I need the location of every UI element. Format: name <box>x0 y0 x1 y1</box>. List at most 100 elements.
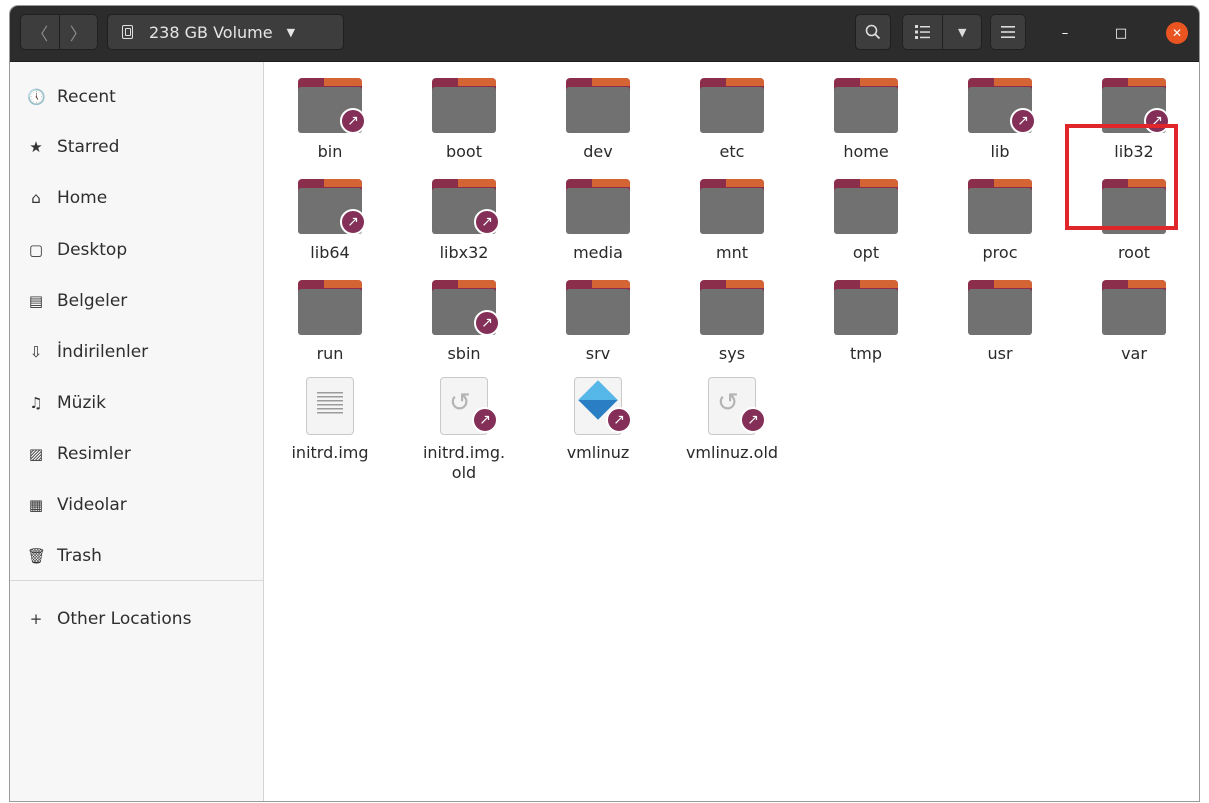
file-item-opt[interactable]: opt <box>811 175 921 275</box>
view-options: ▼ <box>902 14 982 50</box>
file-name-label: lib <box>990 142 1010 161</box>
file-item-proc[interactable]: proc <box>945 175 1055 275</box>
file-item-vmlinuz-old[interactable]: ↺ ↗ vmlinuz.old <box>677 375 787 475</box>
file-name-label: proc <box>982 243 1018 262</box>
file-item-srv[interactable]: srv <box>543 276 653 376</box>
folder-icon <box>566 78 630 133</box>
file-item-sys[interactable]: sys <box>677 276 787 376</box>
file-name-label: sbin <box>447 344 481 363</box>
chevron-down-icon: ▼ <box>286 25 296 39</box>
main-menu-button[interactable] <box>990 14 1026 50</box>
sidebar-item-label: Müzik <box>57 393 106 413</box>
sidebar-item-trash[interactable]: 🗑 Trash <box>10 536 263 576</box>
sidebar-item-i-ndirilenler[interactable]: ⇩ İndirilenler <box>10 332 263 372</box>
file-item-initrd-img-old[interactable]: ↺ ↗ initrd.img. old <box>409 375 519 482</box>
folder-icon <box>432 78 496 133</box>
header-bar: 〈 〉 238 GB Volume ▼ ▼ – □ ✕ <box>10 6 1199 62</box>
file-item-etc[interactable]: etc <box>677 74 787 174</box>
file-item-vmlinuz[interactable]: ↗ vmlinuz <box>543 375 653 475</box>
file-name-label: srv <box>585 344 611 363</box>
folder-icon <box>566 179 630 234</box>
sidebar-item-m-zik[interactable]: ♫ Müzik <box>10 383 263 423</box>
file-name-label: boot <box>445 142 482 161</box>
file-name-label: media <box>573 243 623 262</box>
folder-icon <box>968 280 1032 335</box>
list-view-button[interactable] <box>903 15 942 49</box>
file-item-usr[interactable]: usr <box>945 276 1055 376</box>
home-icon: ⌂ <box>31 189 41 207</box>
file-item-tmp[interactable]: tmp <box>811 276 921 376</box>
folder-icon <box>968 179 1032 234</box>
sidebar-item-starred[interactable]: ★ Starred <box>10 127 263 167</box>
file-item-home[interactable]: home <box>811 74 921 174</box>
desktop-icon: ▢ <box>28 241 44 259</box>
folder-icon <box>700 78 764 133</box>
file-name-label: dev <box>583 142 613 161</box>
sidebar-item-label: Recent <box>57 87 116 107</box>
location-label: 238 GB Volume <box>149 22 273 42</box>
symlink-arrow-icon: ↗ <box>740 407 766 433</box>
file-item-bin[interactable]: ↗ bin <box>275 74 385 174</box>
file-item-mnt[interactable]: mnt <box>677 175 787 275</box>
plus-icon: + <box>29 610 43 628</box>
file-name-label: var <box>1121 344 1147 363</box>
file-name-label: mnt <box>716 243 748 262</box>
symlink-arrow-icon: ↗ <box>472 407 498 433</box>
back-button[interactable]: 〈 <box>21 15 59 49</box>
symlink-arrow-icon: ↗ <box>1010 108 1036 134</box>
file-name-label: lib64 <box>310 243 350 262</box>
file-name-label: usr <box>987 344 1013 363</box>
sidebar-item-label: İndirilenler <box>57 342 149 362</box>
sidebar-item-desktop[interactable]: ▢ Desktop <box>10 230 263 270</box>
file-item-libx32[interactable]: ↗ libx32 <box>409 175 519 275</box>
file-name-label: bin <box>317 142 343 161</box>
sidebar-item-videolar[interactable]: ▦ Videolar <box>10 485 263 525</box>
file-name-label: tmp <box>849 344 882 363</box>
sidebar-item-resimler[interactable]: ▨ Resimler <box>10 434 263 474</box>
trash-icon: 🗑 <box>27 547 47 565</box>
symlink-arrow-icon: ↗ <box>340 108 366 134</box>
sidebar-item-label: Other Locations <box>57 609 192 629</box>
file-item-var[interactable]: var <box>1079 276 1189 376</box>
sidebar-item-label: Home <box>57 188 108 208</box>
text-file-icon <box>306 377 354 435</box>
chevron-down-icon: ▼ <box>958 25 967 39</box>
sidebar-divider <box>10 580 263 581</box>
sidebar-item-belgeler[interactable]: ▤ Belgeler <box>10 281 263 321</box>
close-button[interactable]: ✕ <box>1166 22 1188 44</box>
file-item-initrd-img[interactable]: initrd.img <box>275 375 385 475</box>
sidebar-item-recent[interactable]: 🕔 Recent <box>10 77 263 117</box>
file-name-label: initrd.img <box>291 443 369 462</box>
file-item-run[interactable]: run <box>275 276 385 376</box>
search-button[interactable] <box>855 14 891 50</box>
chevron-left-icon: 〈 <box>31 24 49 45</box>
file-name-label: libx32 <box>439 243 489 262</box>
music-icon: ♫ <box>29 394 43 412</box>
minimize-button[interactable]: – <box>1054 22 1076 44</box>
file-item-media[interactable]: media <box>543 175 653 275</box>
file-name-label: home <box>843 142 889 161</box>
file-item-lib64[interactable]: ↗ lib64 <box>275 175 385 275</box>
file-item-dev[interactable]: dev <box>543 74 653 174</box>
location-path-button[interactable]: 238 GB Volume ▼ <box>107 14 344 50</box>
symlink-arrow-icon: ↗ <box>474 310 500 336</box>
sidebar-item-home[interactable]: ⌂ Home <box>10 178 263 218</box>
folder-icon <box>566 280 630 335</box>
file-item-sbin[interactable]: ↗ sbin <box>409 276 519 376</box>
symlink-arrow-icon: ↗ <box>606 407 632 433</box>
drive-icon <box>122 25 133 39</box>
highlight-box <box>1065 124 1178 230</box>
clock-icon: 🕔 <box>27 88 46 106</box>
sidebar-item-other-locations[interactable]: + Other Locations <box>10 599 263 639</box>
folder-icon <box>700 179 764 234</box>
forward-button[interactable]: 〉 <box>58 15 98 49</box>
view-dropdown-button[interactable]: ▼ <box>942 15 981 49</box>
hamburger-menu-icon <box>1001 26 1015 38</box>
sidebar-item-label: Videolar <box>57 495 127 515</box>
file-item-boot[interactable]: boot <box>409 74 519 174</box>
maximize-button[interactable]: □ <box>1110 22 1132 44</box>
folder-icon <box>834 78 898 133</box>
file-item-lib[interactable]: ↗ lib <box>945 74 1055 174</box>
symlink-arrow-icon: ↗ <box>340 209 366 235</box>
file-name-label: root <box>1117 243 1151 262</box>
